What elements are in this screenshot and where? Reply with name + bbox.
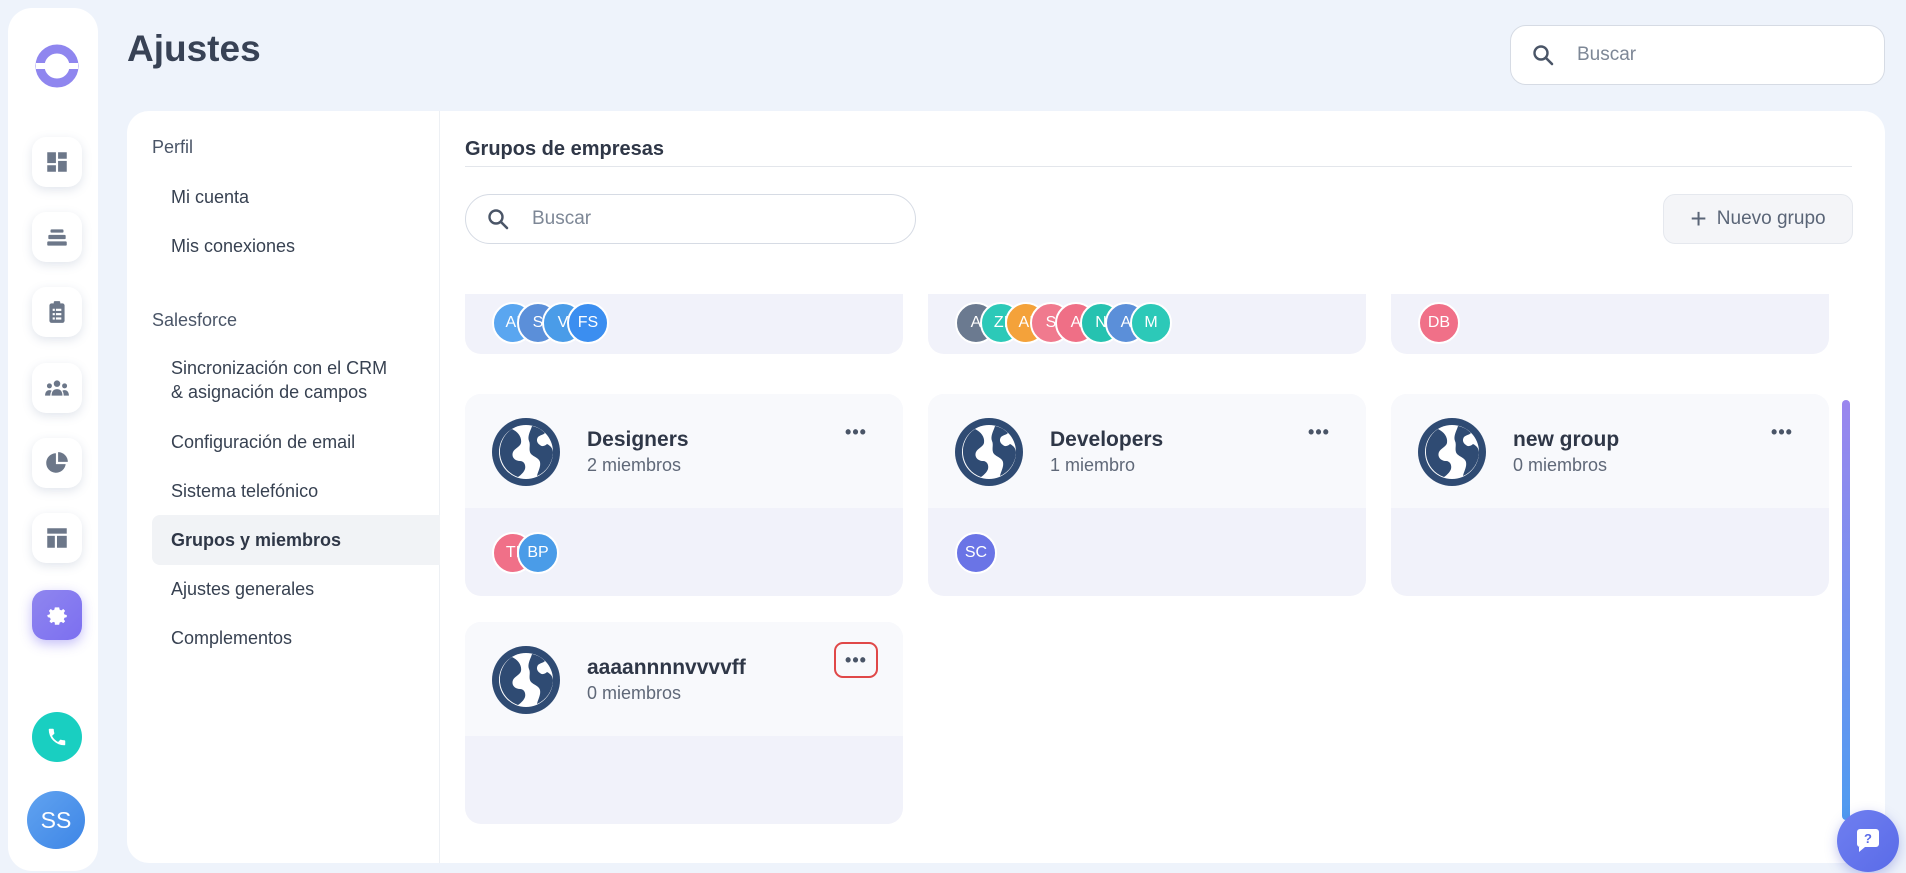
team-icon — [45, 380, 69, 396]
group-name: Developers — [1050, 428, 1164, 451]
help-chat-icon: ? — [1857, 829, 1879, 852]
phone-icon — [48, 728, 66, 746]
sidebar-item-mi-cuenta[interactable]: Mi cuenta — [152, 185, 440, 209]
nav-team[interactable] — [32, 363, 82, 413]
globe-icon — [492, 418, 560, 486]
new-group-button[interactable]: + Nuevo grupo — [1663, 194, 1853, 244]
page-title: Ajustes — [127, 28, 261, 69]
member-avatars: SC — [955, 532, 997, 576]
group-card-developers[interactable]: Developers 1 miembro ••• SC — [928, 394, 1366, 596]
more-options-button[interactable]: ••• — [1760, 414, 1804, 450]
group-name: new group — [1513, 428, 1620, 451]
member-avatar[interactable]: SC — [955, 532, 997, 574]
nav-tasks[interactable] — [32, 287, 82, 337]
more-options-button[interactable]: ••• — [1297, 414, 1341, 450]
search-icon — [1533, 45, 1554, 66]
sidebar-item-email-config[interactable]: Configuración de email — [152, 430, 440, 454]
sidebar-item-general[interactable]: Ajustes generales — [152, 577, 440, 601]
group-search[interactable] — [465, 194, 916, 244]
sidebar-section-salesforce: Salesforce — [152, 310, 238, 330]
member-avatars: DB — [1418, 302, 1460, 346]
user-avatar[interactable]: SS — [27, 791, 85, 849]
sidebar-item-crm-sync[interactable]: Sincronización con el CRM & asignación d… — [152, 356, 402, 404]
section-divider — [465, 166, 1852, 167]
help-button[interactable]: ? — [1837, 810, 1899, 872]
member-avatar[interactable]: DB — [1418, 302, 1460, 344]
member-avatar[interactable]: FS — [567, 302, 609, 344]
gear-icon — [47, 607, 67, 625]
section-title: Grupos de empresas — [465, 138, 664, 160]
group-name: Designers — [587, 428, 689, 451]
group-search-input[interactable] — [532, 208, 792, 230]
nav-settings[interactable] — [32, 590, 82, 640]
nav-dashboard[interactable] — [32, 137, 82, 187]
groups-grid: AI S V FS A ZI AI S A N A M DB Designers 2 miembro… — [465, 294, 1860, 863]
sidebar-item-mis-conexiones[interactable]: Mis conexiones — [152, 234, 440, 258]
stack-icon — [47, 229, 67, 246]
globe-icon — [492, 646, 560, 714]
global-search[interactable] — [1510, 25, 1885, 85]
group-card-designers[interactable]: Designers 2 miembros ••• TI BP — [465, 394, 903, 596]
group-member-count: 2 miembros — [587, 455, 682, 475]
group-card-aaaannnnvvvvff[interactable]: aaaannnnvvvvff 0 miembros ••• — [465, 622, 903, 824]
search-icon — [488, 209, 509, 230]
group-card[interactable]: DB — [1391, 294, 1829, 354]
clipboard-icon — [49, 301, 65, 323]
sidebar-item-groups[interactable]: Grupos y miembros — [152, 515, 440, 565]
groups-content: Grupos de empresas + Nuevo grupo AISVFS … — [465, 111, 1860, 863]
dashboard-icon — [47, 152, 67, 172]
more-options-button[interactable]: ••• — [834, 642, 878, 678]
sidebar-section-perfil: Perfil — [152, 137, 194, 157]
group-card[interactable]: AI S V FS — [465, 294, 903, 354]
left-rail: SS — [8, 8, 98, 871]
pie-chart-icon — [46, 452, 68, 473]
member-avatars: TI BP — [492, 532, 559, 576]
app-logo-icon[interactable] — [33, 42, 81, 90]
member-avatars: AI S V FS — [492, 302, 609, 346]
new-group-label: Nuevo grupo — [1716, 208, 1826, 229]
globe-icon — [1418, 418, 1486, 486]
member-avatars: A ZI AI S A N A M — [955, 302, 1172, 346]
nav-layout[interactable] — [32, 513, 82, 563]
plus-icon: + — [1690, 203, 1707, 234]
nav-stack[interactable] — [32, 212, 82, 262]
scrollbar-thumb[interactable] — [1842, 400, 1850, 820]
phone-button[interactable] — [32, 712, 82, 762]
nav-reports[interactable] — [32, 438, 82, 488]
group-member-count: 0 miembros — [587, 683, 682, 703]
group-card-new-group[interactable]: new group 0 miembros ••• — [1391, 394, 1829, 596]
settings-panel: Perfil Mi cuenta Mis conexiones Salesfor… — [127, 111, 1885, 863]
member-avatar[interactable]: BP — [517, 532, 559, 574]
group-member-count: 0 miembros — [1513, 455, 1608, 475]
sidebar-item-addons[interactable]: Complementos — [152, 626, 440, 650]
settings-sidebar: Perfil Mi cuenta Mis conexiones Salesfor… — [127, 111, 440, 863]
member-avatar[interactable]: M — [1130, 302, 1172, 344]
layout-icon — [47, 528, 67, 548]
group-name: aaaannnnvvvvff — [587, 656, 746, 679]
sidebar-item-phone-system[interactable]: Sistema telefónico — [152, 479, 440, 503]
globe-icon — [955, 418, 1023, 486]
global-search-input[interactable] — [1577, 44, 1837, 66]
more-options-button[interactable]: ••• — [834, 414, 878, 450]
svg-text:?: ? — [1864, 831, 1872, 846]
group-member-count: 1 miembro — [1050, 455, 1136, 475]
group-card[interactable]: A ZI AI S A N A M — [928, 294, 1366, 354]
